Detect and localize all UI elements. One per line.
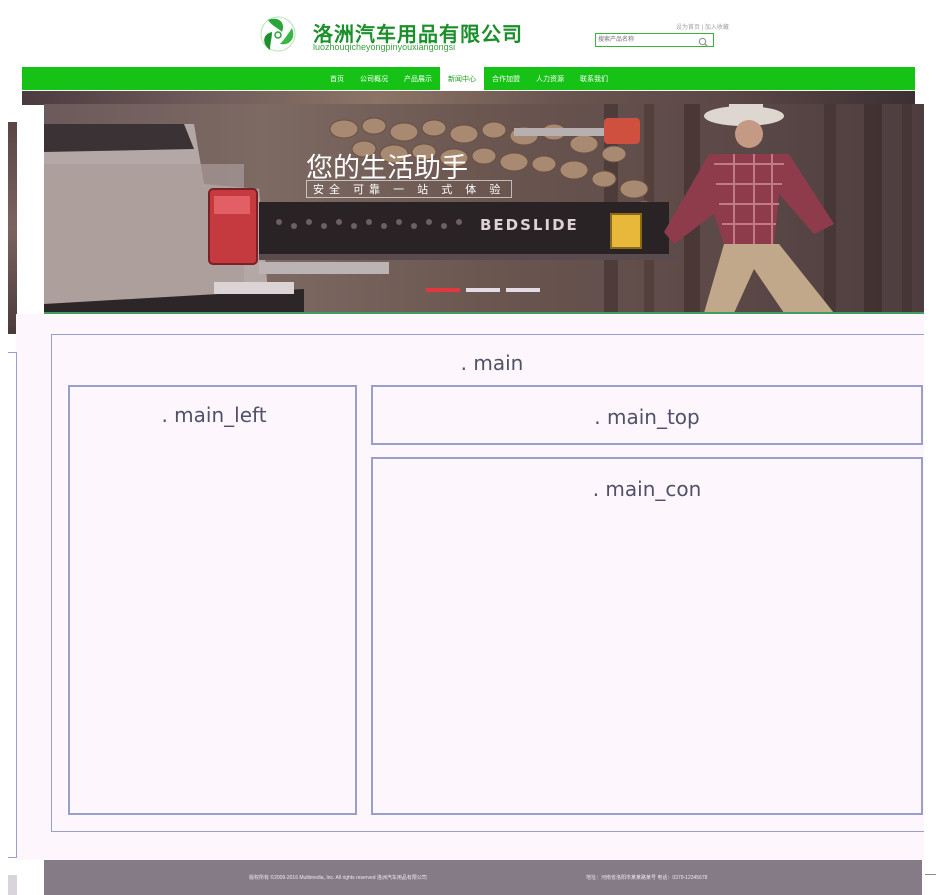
outer-frame-edge — [8, 352, 17, 858]
footer-copyright: 版权所有 ©2009-2016 Multimedia, Inc. All rig… — [249, 875, 427, 881]
top-quick-links[interactable]: 设为首页 | 加入收藏 — [676, 22, 729, 31]
slider-dot[interactable] — [466, 288, 500, 292]
footer-contact: 地址：河南省洛阳市某某路某号 电话：0379-12345678 — [586, 875, 708, 881]
company-logo-icon[interactable] — [258, 12, 298, 56]
previous-banner-strip — [22, 91, 915, 105]
search-input[interactable] — [598, 35, 694, 45]
company-pinyin: luozhouqicheyongpinyouxiangongsi — [313, 42, 456, 52]
main-left-box: . main_left — [68, 385, 357, 815]
slider-pagination — [426, 288, 540, 292]
main-top-label: . main_top — [594, 405, 700, 429]
nav-item[interactable]: 人力资源 — [528, 67, 572, 90]
nav-item[interactable]: 联系我们 — [572, 67, 616, 90]
main-con-box: . main_con — [371, 457, 923, 815]
main-con-label: . main_con — [592, 477, 702, 501]
nav-item[interactable]: 公司概况 — [352, 67, 396, 90]
nav-item[interactable]: 新闻中心 — [440, 67, 484, 90]
hero-banner[interactable]: 您的生活助手 安全 可靠 一 站 式 体 验 BEDSLIDE — [44, 104, 924, 313]
edge-line — [925, 874, 936, 875]
search-box — [595, 33, 714, 48]
nav-item[interactable]: 产品展示 — [396, 67, 440, 90]
search-icon[interactable] — [698, 35, 709, 48]
previous-banner-edge — [8, 122, 17, 334]
main-label: . main — [460, 351, 524, 375]
edge-block — [8, 875, 17, 895]
page-footer: 版权所有 ©2009-2016 Multimedia, Inc. All rig… — [44, 860, 922, 895]
banner-subtitle: 安全 可靠 一 站 式 体 验 — [306, 180, 513, 198]
product-brand-text: BEDSLIDE — [480, 216, 579, 234]
slider-dot[interactable] — [506, 288, 540, 292]
slider-dot[interactable] — [426, 288, 460, 292]
main-navigation: 首页 公司概况 产品展示 新闻中心 合作加盟 人力资源 联系我们 — [22, 67, 915, 90]
main-top-box: . main_top — [371, 385, 923, 445]
nav-list: 首页 公司概况 产品展示 新闻中心 合作加盟 人力资源 联系我们 — [322, 67, 616, 90]
nav-item[interactable]: 合作加盟 — [484, 67, 528, 90]
main-left-label: . main_left — [161, 403, 267, 427]
nav-item[interactable]: 首页 — [322, 67, 352, 90]
